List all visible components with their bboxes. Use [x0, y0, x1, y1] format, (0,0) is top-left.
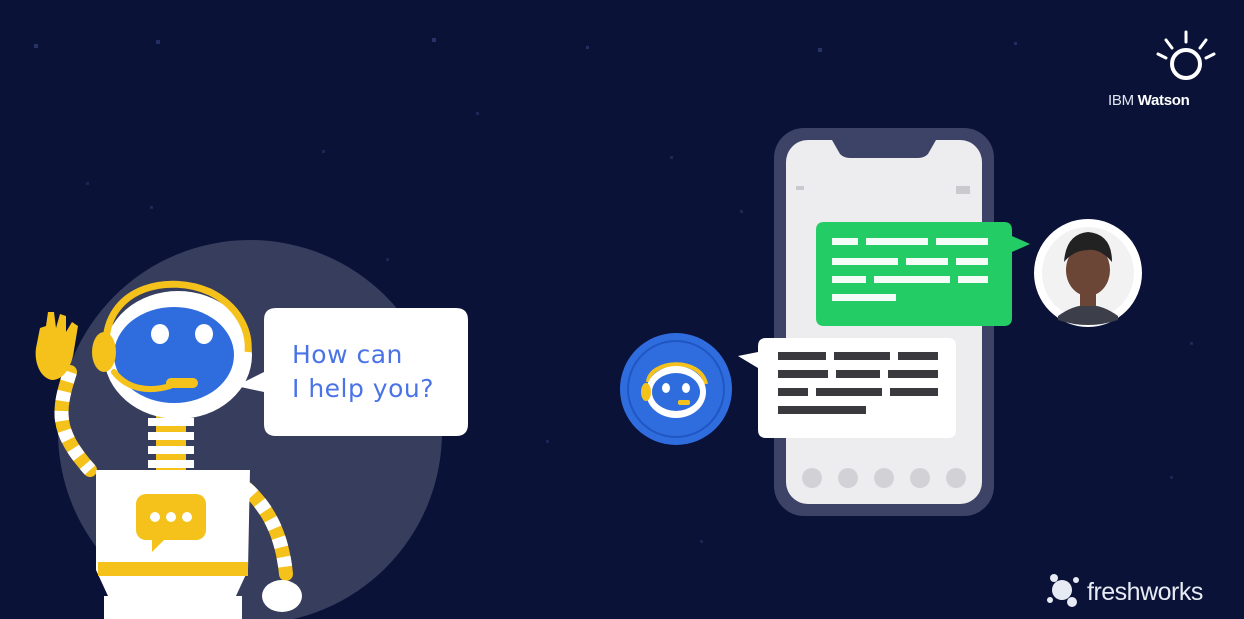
- ibm-logo-prefix: IBM: [1108, 92, 1134, 109]
- bot-message-bubble: [738, 338, 956, 438]
- chatbot-scene: [0, 0, 1244, 619]
- speech-line-2: I help you?: [292, 374, 435, 403]
- speech-bubble-text: How can I help you?: [292, 338, 462, 406]
- illustration-stage: How can I help you? IBM Watson freshwork…: [0, 0, 1244, 619]
- user-avatar-icon: [1034, 219, 1142, 327]
- ibm-watson-logo: IBM Watson: [1108, 92, 1190, 109]
- chatbot-avatar-icon: [620, 333, 732, 445]
- user-message-bubble: [816, 222, 1030, 326]
- ibm-logo-name: Watson: [1137, 92, 1190, 109]
- speech-line-1: How can: [292, 340, 403, 369]
- freshworks-logo-text: freshworks: [1087, 578, 1203, 606]
- freshworks-logo: freshworks: [1087, 578, 1203, 607]
